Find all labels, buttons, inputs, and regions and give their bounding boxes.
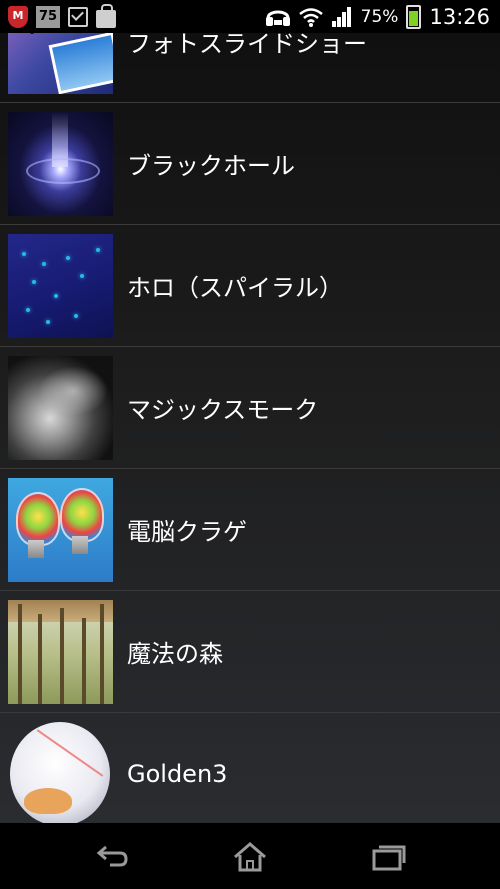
clock: 13:26 [429, 4, 490, 29]
signal-icon [331, 6, 351, 27]
checkbox-icon [68, 6, 88, 27]
magic-forest-thumbnail [8, 600, 113, 704]
list-item-label: 電脳クラゲ [127, 518, 247, 546]
shopping-bag-icon [96, 3, 116, 28]
cyber-jellyfish-thumbnail [8, 478, 113, 582]
black-hole-thumbnail [8, 112, 113, 216]
home-icon[interactable] [230, 841, 270, 873]
battery-percent: 75% [360, 6, 399, 27]
list-item-label: ブラックホール [127, 152, 295, 180]
list-item[interactable]: Golden3 [0, 713, 500, 823]
battery-icon [406, 4, 422, 29]
notification-count-icon: 75 [36, 5, 60, 28]
recent-apps-icon[interactable] [368, 841, 408, 873]
list-item-label: Golden3 [127, 759, 228, 788]
navigation-bar [0, 823, 500, 889]
photo-slideshow-thumbnail [8, 33, 113, 94]
security-shield-icon: M [8, 5, 28, 28]
list-item[interactable]: フォトスライドショー [0, 33, 500, 103]
list-item[interactable]: ホロ（スパイラル） [0, 225, 500, 347]
list-item-label: ホロ（スパイラル） [127, 274, 343, 302]
live-wallpaper-list[interactable]: フォトスライドショー ブラックホール ホロ（スパイラル） マジックスモーク 電脳… [0, 33, 500, 823]
wifi-icon [298, 7, 323, 27]
list-item[interactable]: ブラックホール [0, 103, 500, 225]
magic-smoke-thumbnail [8, 356, 113, 460]
list-item-label: マジックスモーク [127, 396, 319, 424]
list-item-label: フォトスライドショー [127, 33, 367, 58]
list-item[interactable]: マジックスモーク [0, 347, 500, 469]
headset-icon [265, 10, 290, 26]
status-bar: M 75 75% 13:26 [0, 0, 500, 33]
back-icon[interactable] [92, 841, 132, 873]
list-item-label: 魔法の森 [127, 640, 223, 668]
golden3-thumbnail [10, 722, 110, 823]
list-item[interactable]: 電脳クラゲ [0, 469, 500, 591]
list-item[interactable]: 魔法の森 [0, 591, 500, 713]
holo-spiral-thumbnail [8, 234, 113, 338]
